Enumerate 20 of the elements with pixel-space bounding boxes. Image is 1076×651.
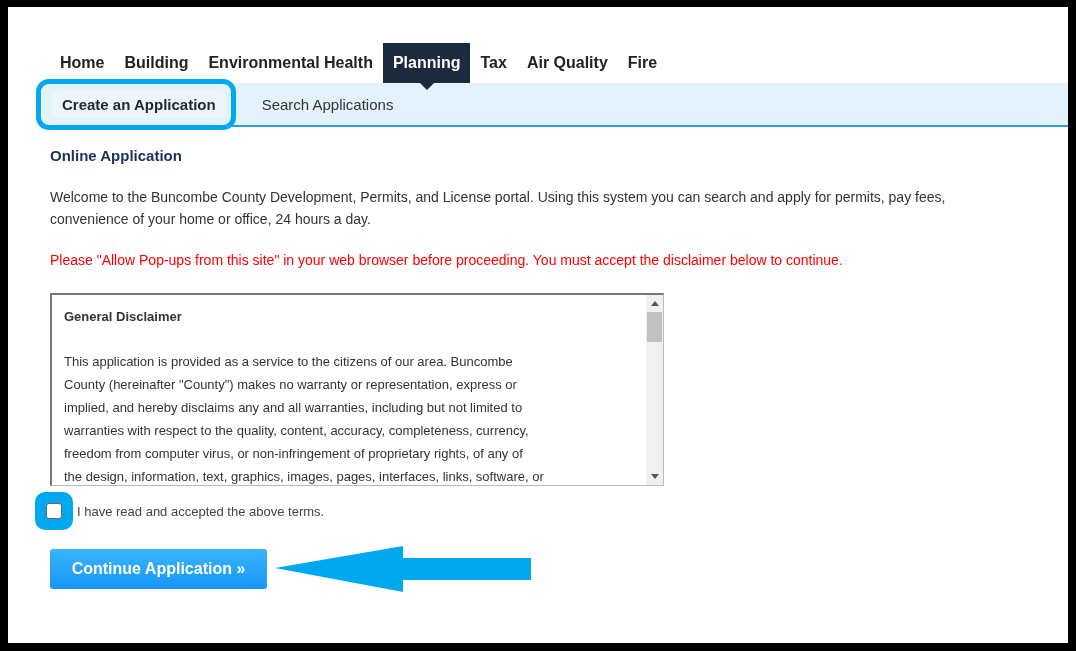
disclaimer-text: This application is provided as a service to the citizens of our area. Buncombe County (hereinafter "County") makes no warranty or representation, express or implied, and hereby disclaims any and all warranties, including but not limited to warranties with respect to the quality, content, accuracy, completeness, currency, freedom from computer virus, or non-infringement of proprietary rights, of any of the design, information, text, graphics, images, pages, interfaces, links, software, or: [64, 353, 545, 485]
scroll-thumb[interactable]: [647, 312, 662, 342]
scroll-up-icon[interactable]: [650, 301, 659, 306]
nav-tab[interactable]: Building: [114, 43, 199, 83]
accept-label: I have read and accepted the above terms.: [77, 503, 325, 519]
scrollbar[interactable]: [646, 295, 663, 485]
nav-tab[interactable]: Tax: [470, 43, 517, 83]
nav-tab[interactable]: Fire: [617, 43, 668, 83]
welcome-text: Welcome to the Buncombe County Development, Permits, and License portal. Using this system you can search and apply for permits, pay fees, convenience of your home or office, 24 hours a day.: [50, 188, 947, 229]
subnav-link[interactable]: Search Applications: [251, 90, 404, 118]
notice-text: Please "Allow Pop-ups from this site" in your web browser before proceeding. You must accept the disclaimer below to continue.: [50, 252, 844, 268]
nav-tab[interactable]: Home: [50, 43, 115, 83]
disclaimer-title: General Disclaimer: [64, 309, 183, 324]
nav-tab[interactable]: Air Quality: [516, 43, 618, 83]
section-heading: Online Application: [50, 147, 183, 164]
accept-checkbox[interactable]: [46, 503, 62, 519]
arrow-annotation-icon: [275, 546, 531, 592]
scroll-down-icon[interactable]: [650, 474, 659, 479]
nav-tab[interactable]: Environmental Health: [198, 43, 383, 83]
subnav-link[interactable]: Create an Application: [52, 90, 226, 118]
